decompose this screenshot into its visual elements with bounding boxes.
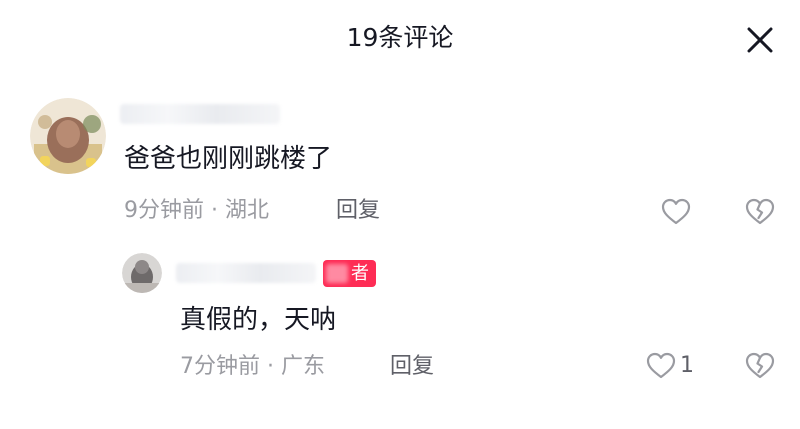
badge-redacted-glyph [326,264,348,283]
heart-outline-icon [661,198,691,225]
comment-meta: 9分钟前 · 湖北 [124,198,269,223]
comment-count-title: 19条评论 [346,23,454,52]
close-icon [747,27,773,53]
author-badge: 者 [323,260,376,287]
reply-like-count: 1 [680,353,694,378]
reply-text: 真假的，天呐 [180,305,337,335]
comment-reply-button[interactable]: 回复 [336,196,380,226]
broken-heart-icon [745,352,775,379]
broken-heart-icon [745,198,775,225]
commenter-avatar[interactable] [30,98,106,174]
comment-dislike-button[interactable] [744,196,776,228]
reply-reply-button[interactable]: 回复 [390,352,434,382]
comments-sheet: 19条评论 爸爸也刚刚跳楼了 9分钟前 · 湖北 回复 者 真假的，天呐 7分钟… [0,0,800,429]
reply-meta: 7分钟前 · 广东 [180,354,325,379]
replier-username-redacted[interactable] [176,263,316,283]
reply-like-button[interactable] [645,350,677,382]
close-button[interactable] [740,20,780,60]
comment-text: 爸爸也刚刚跳楼了 [124,144,333,174]
comment-like-button[interactable] [660,196,692,228]
replier-avatar[interactable] [122,253,162,293]
reply-dislike-button[interactable] [744,350,776,382]
heart-outline-icon [646,352,676,379]
commenter-username-redacted[interactable] [120,104,280,124]
author-badge-label: 者 [351,263,369,284]
